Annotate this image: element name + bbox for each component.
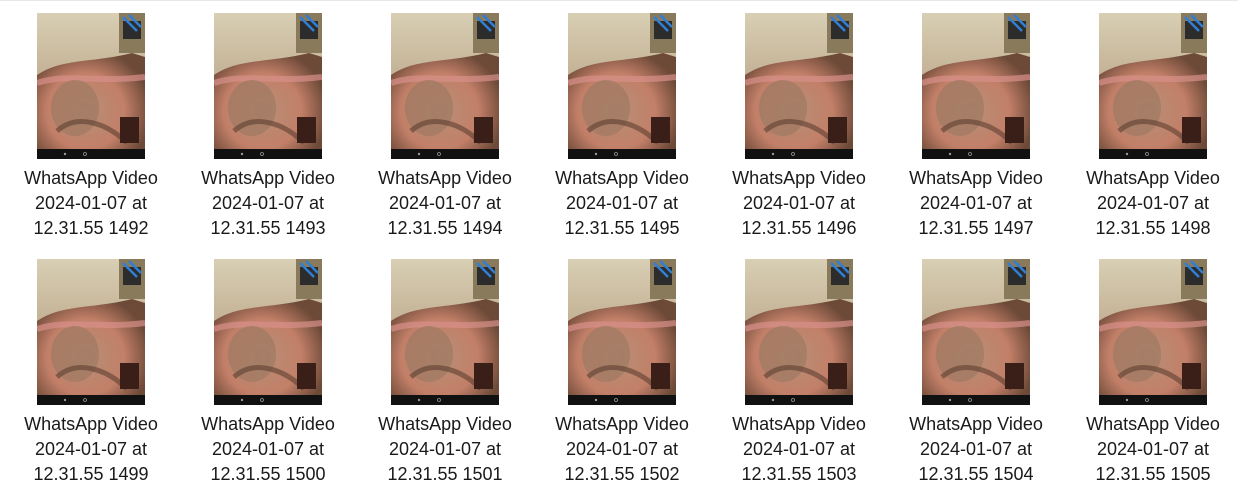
file-name-line-2: 2024-01-07 at — [211, 193, 325, 213]
file-name-line-2: 2024-01-07 at — [742, 193, 856, 213]
file-name-line-1: WhatsApp Video — [1086, 414, 1220, 434]
file-name-line-1: WhatsApp Video — [909, 168, 1043, 188]
file-name-line-3: 12.31.55 1502 — [564, 464, 680, 484]
file-name-line-3: 12.31.55 1505 — [1095, 464, 1211, 484]
file-name-line-3: 12.31.55 1492 — [33, 218, 149, 238]
file-name-line-3: 12.31.55 1498 — [1095, 218, 1211, 238]
top-divider — [0, 0, 1238, 1]
file-name-label: WhatsApp Video 2024-01-07 at 12.31.55 15… — [188, 412, 348, 487]
file-name-line-3: 12.31.55 1497 — [918, 218, 1034, 238]
video-thumbnail-icon[interactable] — [214, 13, 322, 159]
file-name-line-3: 12.31.55 1495 — [564, 218, 680, 238]
file-name-line-2: 2024-01-07 at — [388, 439, 502, 459]
file-name-line-1: WhatsApp Video — [555, 414, 689, 434]
file-name-label: WhatsApp Video 2024-01-07 at 12.31.55 15… — [542, 412, 702, 487]
file-name-line-1: WhatsApp Video — [378, 414, 512, 434]
file-name-line-1: WhatsApp Video — [201, 168, 335, 188]
file-name-line-2: 2024-01-07 at — [565, 193, 679, 213]
file-name-label: WhatsApp Video 2024-01-07 at 12.31.55 14… — [719, 166, 879, 241]
file-name-line-2: 2024-01-07 at — [1096, 439, 1210, 459]
file-name-label: WhatsApp Video 2024-01-07 at 12.31.55 14… — [542, 166, 702, 241]
video-thumbnail-icon[interactable] — [745, 13, 853, 159]
video-thumbnail-icon[interactable] — [568, 259, 676, 405]
file-name-line-1: WhatsApp Video — [732, 414, 866, 434]
video-thumbnail-icon[interactable] — [391, 259, 499, 405]
video-thumbnail-icon[interactable] — [1099, 259, 1207, 405]
video-thumbnail-icon[interactable] — [922, 259, 1030, 405]
file-name-line-3: 12.31.55 1493 — [210, 218, 326, 238]
file-name-line-2: 2024-01-07 at — [919, 193, 1033, 213]
file-name-line-3: 12.31.55 1504 — [918, 464, 1034, 484]
video-thumbnail-icon[interactable] — [37, 259, 145, 405]
video-thumbnail-icon[interactable] — [391, 13, 499, 159]
file-name-line-1: WhatsApp Video — [909, 414, 1043, 434]
file-name-line-2: 2024-01-07 at — [34, 193, 148, 213]
file-name-line-3: 12.31.55 1503 — [741, 464, 857, 484]
file-name-label: WhatsApp Video 2024-01-07 at 12.31.55 15… — [896, 412, 1056, 487]
file-name-label: WhatsApp Video 2024-01-07 at 12.31.55 14… — [1073, 166, 1233, 241]
file-name-line-1: WhatsApp Video — [378, 168, 512, 188]
file-name-line-1: WhatsApp Video — [24, 168, 158, 188]
file-name-label: WhatsApp Video 2024-01-07 at 12.31.55 15… — [1073, 412, 1233, 487]
file-name-line-3: 12.31.55 1494 — [387, 218, 503, 238]
file-name-label: WhatsApp Video 2024-01-07 at 12.31.55 14… — [11, 412, 171, 487]
file-name-line-1: WhatsApp Video — [732, 168, 866, 188]
video-thumbnail-icon[interactable] — [37, 13, 145, 159]
file-name-line-2: 2024-01-07 at — [34, 439, 148, 459]
file-name-line-1: WhatsApp Video — [24, 414, 158, 434]
file-name-line-3: 12.31.55 1501 — [387, 464, 503, 484]
file-name-line-3: 12.31.55 1496 — [741, 218, 857, 238]
file-name-label: WhatsApp Video 2024-01-07 at 12.31.55 14… — [365, 166, 525, 241]
file-name-label: WhatsApp Video 2024-01-07 at 12.31.55 15… — [719, 412, 879, 487]
file-name-line-1: WhatsApp Video — [555, 168, 689, 188]
file-name-line-1: WhatsApp Video — [1086, 168, 1220, 188]
file-name-label: WhatsApp Video 2024-01-07 at 12.31.55 14… — [188, 166, 348, 241]
file-name-line-2: 2024-01-07 at — [919, 439, 1033, 459]
video-thumbnail-icon[interactable] — [214, 259, 322, 405]
file-name-label: WhatsApp Video 2024-01-07 at 12.31.55 15… — [365, 412, 525, 487]
file-name-label: WhatsApp Video 2024-01-07 at 12.31.55 14… — [896, 166, 1056, 241]
file-name-line-2: 2024-01-07 at — [565, 439, 679, 459]
video-thumbnail-icon[interactable] — [922, 13, 1030, 159]
video-thumbnail-icon[interactable] — [568, 13, 676, 159]
file-name-line-2: 2024-01-07 at — [742, 439, 856, 459]
file-name-line-2: 2024-01-07 at — [388, 193, 502, 213]
video-thumbnail-icon[interactable] — [745, 259, 853, 405]
file-name-line-1: WhatsApp Video — [201, 414, 335, 434]
video-thumbnail-icon[interactable] — [1099, 13, 1207, 159]
file-name-line-2: 2024-01-07 at — [1096, 193, 1210, 213]
file-name-label: WhatsApp Video 2024-01-07 at 12.31.55 14… — [11, 166, 171, 241]
file-name-line-3: 12.31.55 1500 — [210, 464, 326, 484]
file-name-line-3: 12.31.55 1499 — [33, 464, 149, 484]
file-name-line-2: 2024-01-07 at — [211, 439, 325, 459]
